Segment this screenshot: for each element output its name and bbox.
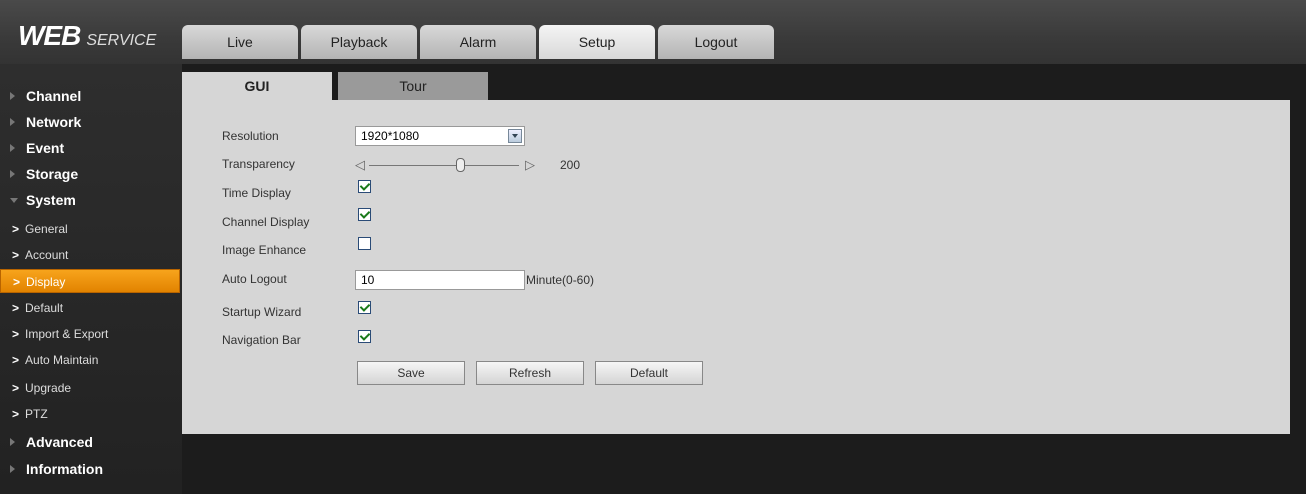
settings-panel: Resolution 1920*1080 Transparency ◁ ▷ 20… (182, 100, 1290, 434)
channel-display-checkbox[interactable] (358, 208, 371, 221)
tab-logout[interactable]: Logout (658, 25, 774, 59)
transparency-label: Transparency (222, 157, 295, 171)
sidebar-item-information[interactable]: Information (0, 457, 180, 481)
navigation-bar-checkbox[interactable] (358, 330, 371, 343)
sidebar-label: Information (26, 461, 103, 477)
sidebar: Channel Network Event Storage System > Ge… (0, 64, 182, 494)
sidebar-label: Event (26, 140, 65, 156)
collapsed-arrow-icon (10, 438, 15, 446)
refresh-button[interactable]: Refresh (476, 361, 584, 385)
tab-gui[interactable]: GUI (182, 72, 332, 100)
sidebar-item-upgrade[interactable]: > Upgrade (0, 376, 180, 400)
tab-tour[interactable]: Tour (338, 72, 488, 100)
chevron-right-icon: > (12, 327, 20, 341)
sidebar-label: Channel (26, 88, 82, 104)
sidebar-label: Import & Export (25, 327, 109, 341)
logo-service: SERVICE (86, 32, 157, 49)
chevron-right-icon: > (12, 353, 20, 367)
image-enhance-checkbox[interactable] (358, 237, 371, 250)
transparency-value: 200 (560, 158, 581, 172)
sidebar-label: Display (26, 275, 66, 289)
sidebar-item-default[interactable]: > Default (0, 296, 180, 320)
default-button[interactable]: Default (595, 361, 703, 385)
tab-live[interactable]: Live (182, 25, 298, 59)
slider-handle[interactable] (456, 158, 465, 172)
sidebar-item-advanced[interactable]: Advanced (0, 430, 180, 454)
expanded-arrow-icon (10, 198, 18, 203)
time-display-label: Time Display (222, 186, 291, 200)
sidebar-label: Auto Maintain (25, 353, 99, 367)
collapsed-arrow-icon (10, 170, 15, 178)
startup-wizard-label: Startup Wizard (222, 305, 302, 319)
sidebar-item-display[interactable]: > Display (0, 269, 180, 293)
transparency-slider[interactable]: ◁ ▷ (355, 157, 545, 173)
resolution-label: Resolution (222, 129, 279, 143)
tab-setup[interactable]: Setup (539, 25, 655, 59)
sidebar-label: Account (25, 248, 69, 262)
collapsed-arrow-icon (10, 144, 15, 152)
slider-track[interactable] (369, 165, 519, 166)
slider-left-arrow-icon[interactable]: ◁ (355, 157, 365, 173)
navigation-bar-label: Navigation Bar (222, 333, 301, 347)
resolution-value: 1920*1080 (361, 129, 420, 143)
collapsed-arrow-icon (10, 92, 15, 100)
sidebar-item-ptz[interactable]: > PTZ (0, 402, 180, 426)
time-display-checkbox[interactable] (358, 180, 371, 193)
sidebar-item-account[interactable]: > Account (0, 243, 180, 267)
sidebar-item-network[interactable]: Network (0, 110, 180, 134)
sidebar-item-storage[interactable]: Storage (0, 162, 180, 186)
dropdown-arrow-icon[interactable] (508, 129, 522, 143)
logo: WEB SERVICE (18, 20, 156, 52)
startup-wizard-checkbox[interactable] (358, 301, 371, 314)
auto-logout-label: Auto Logout (222, 272, 287, 286)
chevron-right-icon: > (12, 407, 20, 421)
save-button[interactable]: Save (357, 361, 465, 385)
auto-logout-input[interactable]: 10 (355, 270, 525, 290)
top-header: WEB SERVICE Live Playback Alarm Setup Log… (0, 0, 1306, 64)
slider-right-arrow-icon[interactable]: ▷ (525, 157, 535, 173)
image-enhance-label: Image Enhance (222, 243, 307, 257)
chevron-right-icon: > (12, 301, 20, 315)
tab-playback[interactable]: Playback (301, 25, 417, 59)
subtab-bar: GUI Tour (182, 72, 494, 100)
sidebar-item-event[interactable]: Event (0, 136, 180, 160)
tab-alarm[interactable]: Alarm (420, 25, 536, 59)
sidebar-item-auto-maintain[interactable]: > Auto Maintain (0, 348, 180, 372)
channel-display-label: Channel Display (222, 215, 310, 229)
sidebar-item-channel[interactable]: Channel (0, 84, 180, 108)
sidebar-label: General (25, 222, 68, 236)
sidebar-label: Network (26, 114, 82, 130)
sidebar-label: Default (25, 301, 64, 315)
sidebar-label: Upgrade (25, 381, 72, 395)
chevron-right-icon: > (13, 275, 21, 289)
chevron-right-icon: > (12, 248, 20, 262)
sidebar-item-import-export[interactable]: > Import & Export (0, 322, 180, 346)
sidebar-item-general[interactable]: > General (0, 217, 180, 241)
resolution-select[interactable]: 1920*1080 (355, 126, 525, 146)
collapsed-arrow-icon (10, 118, 15, 126)
sidebar-label: Storage (26, 166, 79, 182)
chevron-right-icon: > (12, 381, 20, 395)
collapsed-arrow-icon (10, 465, 15, 473)
top-nav: Live Playback Alarm Setup Logout (182, 25, 777, 59)
chevron-right-icon: > (12, 222, 20, 236)
sidebar-item-system[interactable]: System (0, 188, 180, 212)
logo-web: WEB (18, 20, 81, 51)
sidebar-label: System (26, 192, 76, 208)
sidebar-label: Advanced (26, 434, 93, 450)
auto-logout-unit: Minute(0-60) (526, 273, 595, 287)
sidebar-label: PTZ (25, 407, 48, 421)
